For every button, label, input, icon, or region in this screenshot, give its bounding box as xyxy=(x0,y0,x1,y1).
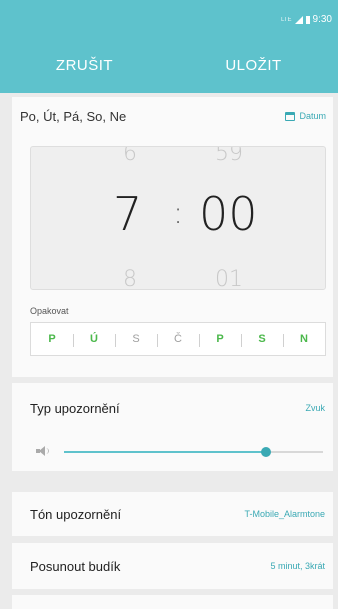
hour-value[interactable]: 7 xyxy=(113,191,142,237)
speaker-icon xyxy=(36,445,50,457)
minute-value[interactable]: 00 xyxy=(199,191,258,237)
network-type: LTE xyxy=(280,16,292,23)
signal-icon xyxy=(294,15,303,24)
snooze-value: 5 minut, 3krát xyxy=(270,561,325,571)
alert-tone-label: Tón upozornění xyxy=(30,506,122,522)
day-toggle[interactable]: N xyxy=(283,333,325,347)
days-summary-row: Po, Út, Pá, So, Ne Datum xyxy=(20,97,330,135)
day-toggle[interactable]: S xyxy=(115,333,157,347)
alert-type-row[interactable]: Typ upozornění Zvuk xyxy=(12,383,333,433)
volume-fill xyxy=(64,451,267,453)
volume-row xyxy=(12,433,333,471)
alert-type-label: Typ upozornění xyxy=(30,400,120,416)
snooze-row[interactable]: Posunout budík 5 minut, 3krát xyxy=(12,543,333,589)
status-icons: LTE 9:30 xyxy=(281,14,332,25)
snooze-label: Posunout budík xyxy=(30,558,121,574)
save-button[interactable]: ULOŽIT xyxy=(169,38,338,93)
repeat-label: Opakovat xyxy=(30,306,69,316)
day-toggle[interactable]: P xyxy=(199,333,241,347)
minute-prev[interactable]: 59 xyxy=(215,147,243,165)
days-summary: Po, Út, Pá, So, Ne xyxy=(20,108,127,124)
day-toggle[interactable]: Ú xyxy=(73,333,115,347)
day-toggle[interactable]: Č xyxy=(157,333,199,347)
hour-prev[interactable]: 6 xyxy=(123,147,137,165)
repeat-days: PÚSČPSN xyxy=(30,322,326,356)
date-button-label: Datum xyxy=(299,111,326,121)
day-toggle[interactable]: P xyxy=(31,333,73,345)
action-bar: ZRUŠIT ULOŽIT xyxy=(0,38,338,93)
time-separator: : xyxy=(173,196,184,231)
date-button[interactable]: Datum xyxy=(285,111,330,121)
alert-type-value: Zvuk xyxy=(305,403,325,413)
next-setting-row[interactable] xyxy=(12,595,333,609)
hour-next[interactable]: 8 xyxy=(123,269,137,290)
alert-tone-value: T-Mobile_Alarmtone xyxy=(244,509,325,519)
status-bar: LTE 9:30 xyxy=(0,0,338,38)
time-picker[interactable]: 6 7 8 : 59 00 01 xyxy=(30,146,326,290)
day-toggle[interactable]: S xyxy=(241,333,283,347)
minute-next[interactable]: 01 xyxy=(215,269,243,290)
volume-slider[interactable] xyxy=(64,447,323,457)
alert-tone-row[interactable]: Tón upozornění T-Mobile_Alarmtone xyxy=(12,492,333,536)
calendar-icon xyxy=(285,111,296,121)
status-time: 9:30 xyxy=(312,14,332,25)
battery-icon xyxy=(305,15,310,24)
volume-thumb[interactable] xyxy=(261,447,272,457)
cancel-button[interactable]: ZRUŠIT xyxy=(0,38,169,93)
